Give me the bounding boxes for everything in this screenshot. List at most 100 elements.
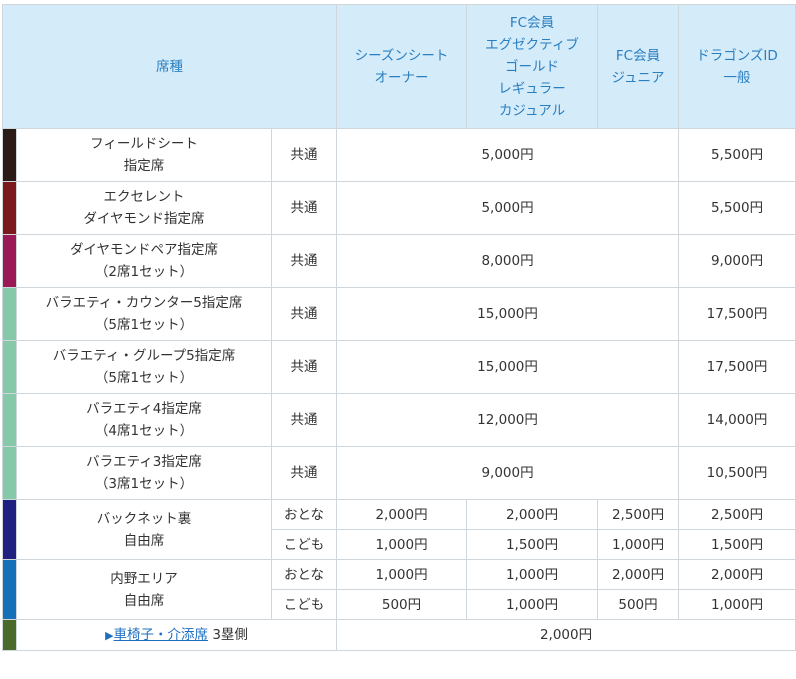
header-dragons-line-2: 一般 [723,69,751,86]
triangle-right-icon: ▶ [105,628,114,642]
header-fc-line-3: ゴールド [505,58,560,75]
seat-name-line-1: バラエティ3指定席 [86,454,202,470]
seat-name: バラエティ3指定席 （3席1セット） [16,446,272,500]
ticket-type-child: こども [270,589,338,620]
header-fc-line-2: エグゼクティブ [485,36,579,53]
ticket-price-table: 席種 シーズンシート オーナー FC会員 エグゼクティブ ゴールド レギュラー … [1,4,796,651]
seat-name-line-2: ダイヤモンド指定席 [83,211,205,227]
junior-price: 2,500円 [597,499,680,530]
ticket-type-adult: おとな [270,559,338,590]
seat-name-line-2: 指定席 [123,158,165,174]
general-price: 10,500円 [678,446,796,500]
header-row: 席種 シーズンシート オーナー FC会員 エグゼクティブ ゴールド レギュラー … [1,4,796,129]
general-price: 14,000円 [678,393,796,447]
member-price: 8,000円 [336,234,680,288]
seat-name-line-1: バラエティ・カウンター5指定席 [45,295,243,311]
header-seat-type: 席種 [1,4,338,129]
header-dragons-line-1: ドラゴンズID [696,47,778,64]
member-price: 15,000円 [336,287,680,341]
wheelchair-seat-link[interactable]: 車椅子・介添席 [114,627,209,643]
junior-price: 2,000円 [597,559,680,590]
member-price: 5,000円 [336,128,680,182]
color-bar [2,287,17,341]
seat-name: ▶車椅子・介添席 3塁側 [15,619,338,651]
fc-price: 1,000円 [466,559,599,590]
season-price: 1,000円 [336,559,468,590]
seat-name-line-1: 内野エリア [110,570,178,587]
ticket-type: 共通 [270,128,338,182]
color-bar [2,446,17,500]
seat-name: 内野エリア 自由席 [16,559,272,620]
member-price: 9,000円 [336,446,680,500]
header-season-line-2: オーナー [374,69,429,86]
general-price: 1,500円 [678,529,796,560]
general-price: 2,500円 [678,499,796,530]
general-price: 5,500円 [678,181,796,235]
header-fc-line-5: カジュアル [498,102,566,119]
fc-price: 1,500円 [466,529,599,560]
color-bar [2,559,17,620]
seat-name-line-2: （4席1セット） [94,423,194,439]
seat-name-line-2: 自由席 [123,532,165,549]
header-season-seat-owner: シーズンシート オーナー [336,4,468,129]
table-row-wheelchair: ▶車椅子・介添席 3塁側 2,000円 [2,619,796,651]
wheelchair-side-note: 3塁側 [208,626,248,643]
header-fc-junior: FC会員 ジュニア [597,4,680,129]
ticket-type: 共通 [270,340,338,394]
table-row-field-seat: フィールドシート 指定席 共通 5,000円 5,500円 [2,128,796,182]
seat-name-line-1: バラエティ・グループ5指定席 [52,348,236,364]
color-bar [2,234,17,288]
header-fc-member: FC会員 エグゼクティブ ゴールド レギュラー カジュアル [466,4,599,129]
general-price: 17,500円 [678,287,796,341]
ticket-type-adult: おとな [270,499,338,530]
seat-name: バラエティ・カウンター5指定席 （5席1セット） [16,287,272,341]
ticket-type-child: こども [270,529,338,560]
seat-name: バックネット裏 自由席 [16,499,272,560]
seat-name-line-2: （5席1セット） [94,317,194,333]
seat-name: エクセレント ダイヤモンド指定席 [16,181,272,235]
general-price: 9,000円 [678,234,796,288]
seat-name: ダイヤモンドペア指定席 （2席1セット） [16,234,272,288]
seat-name-line-2: （5席1セット） [94,370,194,386]
table-row-variety-counter-5: バラエティ・カウンター5指定席 （5席1セット） 共通 15,000円 17,5… [2,287,796,341]
color-bar [2,340,17,394]
color-bar [2,499,17,560]
ticket-type: 共通 [270,234,338,288]
fc-price: 2,000円 [466,499,599,530]
seat-name-line-1: バックネット裏 [96,510,192,527]
general-price: 1,000円 [678,589,796,620]
header-fc-line-4: レギュラー [498,80,566,97]
header-season-line-1: シーズンシート [354,47,449,64]
seat-name-line-1: エクセレント [103,189,185,205]
table-row-backnet-adult: バックネット裏 自由席 おとな 2,000円 2,000円 2,500円 2,5… [2,499,796,560]
header-junior-line-1: FC会員 [615,47,661,64]
header-fc-line-1: FC会員 [509,14,555,31]
ticket-type: 共通 [270,287,338,341]
color-bar [2,619,17,651]
table-row-variety-4: バラエティ4指定席 （4席1セット） 共通 12,000円 14,000円 [2,393,796,447]
table-row-diamond-pair: ダイヤモンドペア指定席 （2席1セット） 共通 8,000円 9,000円 [2,234,796,288]
seat-name-line-2: （2席1セット） [94,264,194,280]
seat-name: バラエティ・グループ5指定席 （5席1セット） [16,340,272,394]
seat-name-line-2: 自由席 [123,592,165,609]
ticket-type: 共通 [270,181,338,235]
seat-name-line-2: （3席1セット） [94,476,194,492]
general-price: 17,500円 [678,340,796,394]
color-bar [2,393,17,447]
member-price: 12,000円 [336,393,680,447]
general-price: 5,500円 [678,128,796,182]
junior-price: 1,000円 [597,529,680,560]
header-dragons-id: ドラゴンズID 一般 [678,4,796,129]
member-price: 15,000円 [336,340,680,394]
header-junior-line-2: ジュニア [611,69,665,86]
season-price: 1,000円 [336,529,468,560]
color-bar [2,128,17,182]
seat-name-line-1: ダイヤモンドペア指定席 [69,242,219,258]
fc-price: 1,000円 [466,589,599,620]
ticket-type: 共通 [270,393,338,447]
table-row-excellent-diamond: エクセレント ダイヤモンド指定席 共通 5,000円 5,500円 [2,181,796,235]
general-price: 2,000円 [678,559,796,590]
ticket-type: 共通 [270,446,338,500]
member-price: 5,000円 [336,181,680,235]
seat-name-line-1: フィールドシート [90,136,198,152]
